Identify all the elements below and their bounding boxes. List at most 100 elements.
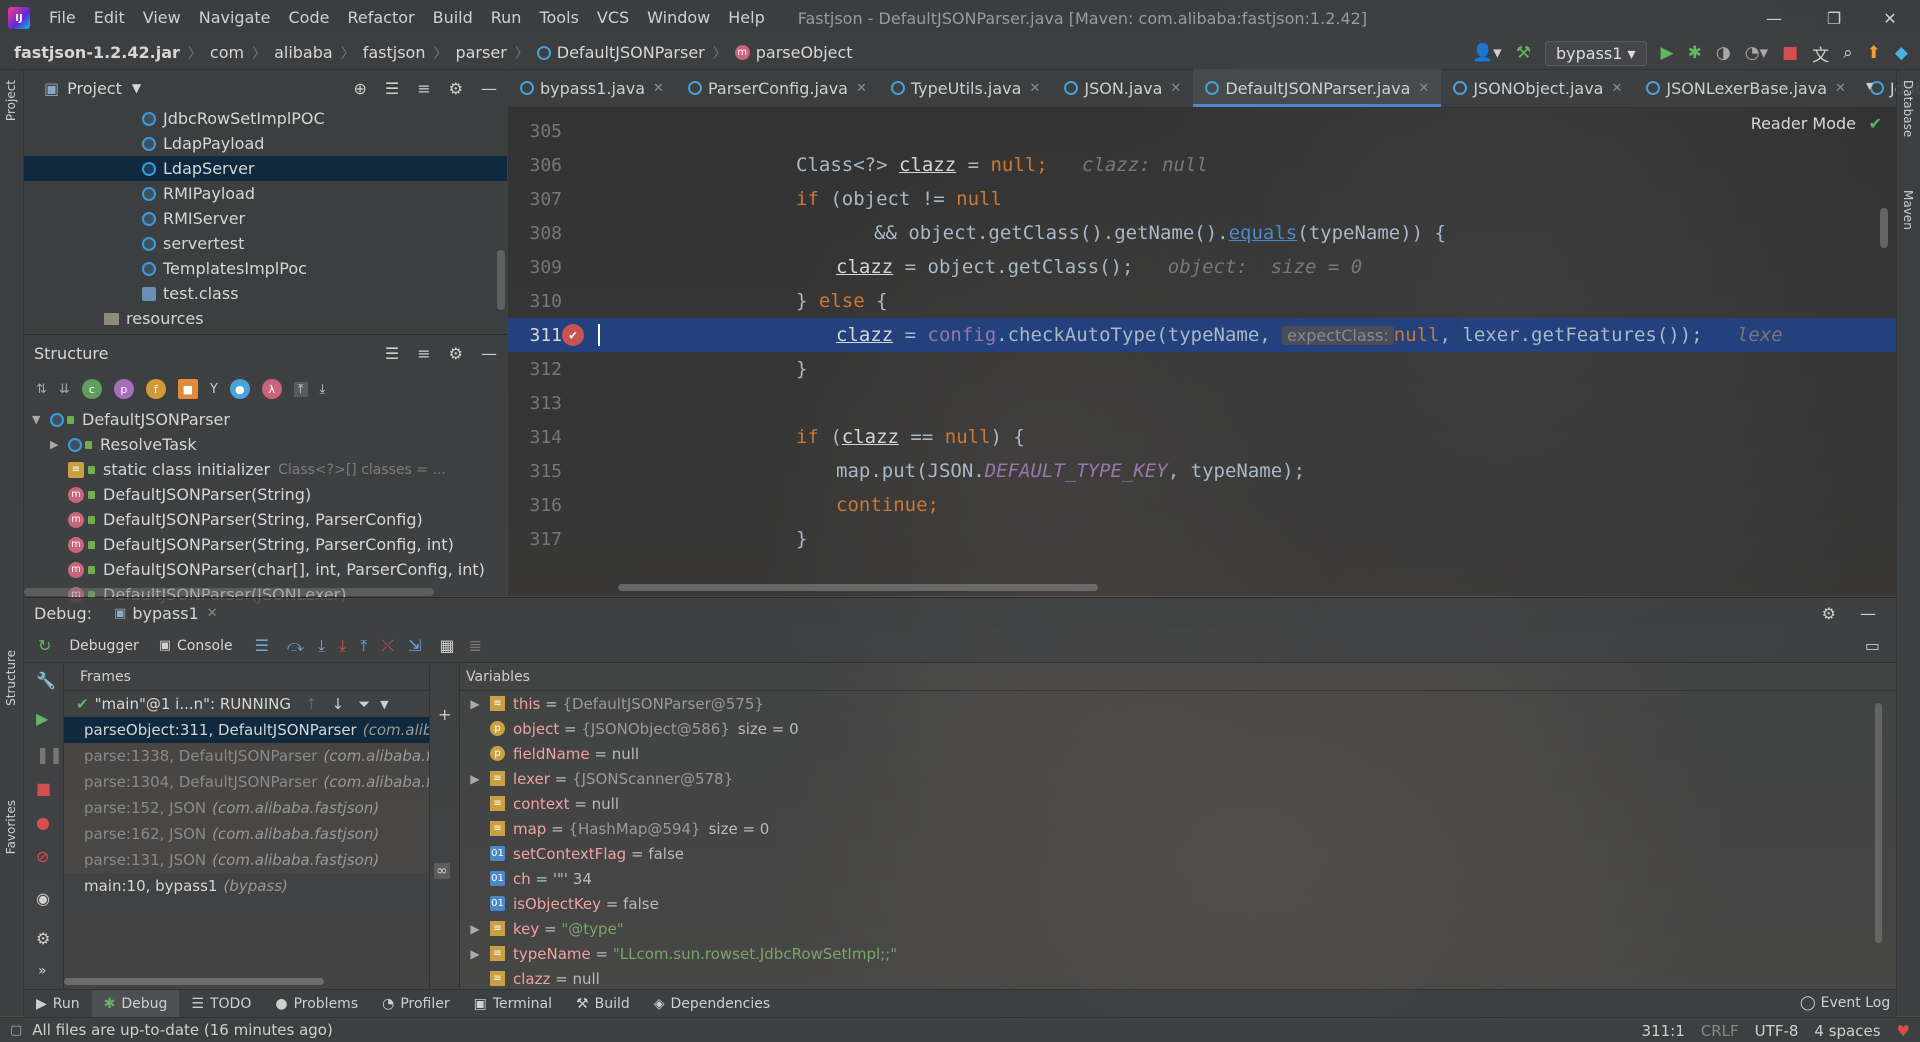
variable-row[interactable]: ≡ clazz = null — [460, 966, 1896, 991]
editor-tab[interactable]: JSON.java ✕ — [1052, 69, 1193, 107]
line-number[interactable]: 317 — [508, 529, 562, 550]
line-number[interactable]: 313 — [508, 393, 562, 414]
structure-h-scrollbar[interactable] — [24, 588, 434, 596]
variable-row[interactable]: ▶ ≡ key = "@type" — [460, 916, 1896, 941]
status-toggle-icon[interactable]: ▢ — [10, 1023, 22, 1038]
menu-refactor[interactable]: Refactor — [338, 0, 423, 36]
editor-tab[interactable]: bypass1.java ✕ — [508, 69, 676, 107]
menu-edit[interactable]: Edit — [85, 0, 134, 36]
variable-row[interactable]: p object = {JSONObject@586} size = 0 — [460, 716, 1896, 741]
line-number[interactable]: 308 — [508, 223, 562, 244]
breadcrumb-jar[interactable]: fastjson-1.2.42.jar — [0, 43, 184, 62]
arrow-down-icon[interactable]: ↓ — [332, 695, 345, 713]
user-icon[interactable]: 👤▾ — [1472, 43, 1502, 63]
chevron-right-icon[interactable]: ▶ — [50, 438, 68, 451]
step-into-icon[interactable]: ⤓ — [318, 636, 325, 656]
hide-icon[interactable]: — — [481, 79, 497, 98]
sort-alpha-icon[interactable]: ⇅ — [36, 382, 47, 397]
project-scrollbar[interactable] — [497, 250, 505, 310]
tabs-overflow-chevron-icon[interactable]: ▾ — [1866, 78, 1873, 94]
variable-row[interactable]: ▶ ≡ this = {DefaultJSONParser@575} — [460, 691, 1896, 716]
gear-icon[interactable]: ⚙ — [449, 79, 463, 98]
line-number[interactable]: 316 — [508, 495, 562, 516]
variable-row[interactable]: ≡ map = {HashMap@594} size = 0 — [460, 816, 1896, 841]
line-number[interactable]: 310 — [508, 291, 562, 312]
resume-icon[interactable]: ▶ — [36, 709, 48, 728]
event-log-button[interactable]: ◯ Event Log — [1800, 989, 1890, 1017]
show-nonpublic-icon[interactable]: ■ — [177, 379, 198, 399]
stack-frame[interactable]: parse:131, JSON (com.alibaba.fastjson) — [64, 847, 429, 873]
translate-icon[interactable]: 文 — [1812, 41, 1829, 66]
scrollbar-thumb[interactable] — [618, 584, 1098, 591]
expand-all-icon[interactable]: ☰ — [385, 344, 399, 363]
code-line[interactable]: 310} else { — [508, 284, 1896, 318]
indent-setting[interactable]: 4 spaces — [1814, 1022, 1880, 1040]
collapse-all-icon[interactable]: ≡ — [417, 344, 430, 363]
menu-navigate[interactable]: Navigate — [190, 0, 280, 36]
frames-h-scrollbar[interactable] — [64, 978, 324, 985]
line-separator[interactable]: CRLF — [1701, 1022, 1739, 1040]
line-number[interactable]: 311 — [508, 325, 562, 346]
tool-tab-debug[interactable]: ✱ Debug — [91, 989, 180, 1018]
run-configuration-select[interactable]: bypass1 ▾ — [1544, 40, 1647, 66]
editor-h-scrollbar[interactable] — [508, 582, 1896, 592]
editor-tab[interactable]: JSONObject.java ✕ — [1441, 69, 1634, 107]
show-fields-icon[interactable]: f — [145, 379, 166, 399]
structure-item[interactable]: m DefaultJSONParser(char[], int, ParserCo… — [24, 557, 507, 582]
hide-icon[interactable]: — — [481, 344, 497, 363]
structure-item[interactable]: m DefaultJSONParser(String) — [24, 482, 507, 507]
tab-debugger[interactable]: Debugger — [69, 638, 138, 654]
tree-item[interactable]: resources — [24, 306, 507, 331]
tree-item[interactable]: LdapServer — [24, 156, 507, 181]
structure-item[interactable]: m DefaultJSONParser(String, ParserConfig) — [24, 507, 507, 532]
chevron-down-icon[interactable]: ▼ — [32, 413, 50, 426]
line-number[interactable]: 309 — [508, 257, 562, 278]
tool-tab-problems[interactable]: ● Problems — [263, 990, 370, 1018]
tool-tab-terminal[interactable]: ▣ Terminal — [462, 990, 564, 1018]
autoscroll-to-source-icon[interactable]: ⤒ — [293, 381, 308, 397]
add-watch-icon[interactable]: + — [438, 705, 451, 724]
show-lambda-icon[interactable]: λ — [261, 379, 282, 399]
editor-tab[interactable]: ParserConfig.java ✕ — [676, 69, 879, 107]
editor-tab[interactable]: TypeUtils.java ✕ — [879, 69, 1052, 107]
variable-row[interactable]: ▶ ≡ lexer = {JSONScanner@578} — [460, 766, 1896, 791]
code-line[interactable]: 309 clazz = object.getClass(); object: si… — [508, 250, 1896, 284]
coverage-icon[interactable]: ◑ — [1716, 43, 1731, 63]
gear-icon[interactable]: ⚙ — [449, 344, 463, 363]
tree-item[interactable]: RMIPayload — [24, 181, 507, 206]
autoscroll-from-source-icon[interactable]: ⤓ — [320, 382, 326, 397]
tool-tab-run[interactable]: ▶ Run — [24, 990, 92, 1018]
cursor-position[interactable]: 311:1 — [1642, 1022, 1685, 1040]
code-line[interactable]: 317} — [508, 522, 1896, 556]
close-icon[interactable]: ✕ — [1418, 81, 1429, 96]
current-execution-line[interactable]: 311 ✔ clazz = config.checkAutoType(typeNam… — [508, 318, 1896, 352]
stack-frame[interactable]: parse:1304, DefaultJSONParser (com.alibab… — [64, 769, 429, 795]
code-line[interactable]: 313 — [508, 386, 1896, 420]
search-icon[interactable]: ⌕ — [1843, 43, 1853, 63]
structure-item[interactable]: m DefaultJSONParser(String, ParserConfig,… — [24, 532, 507, 557]
menu-window[interactable]: Window — [638, 0, 719, 36]
variable-row[interactable]: 01 setContextFlag = false — [460, 841, 1896, 866]
trace-icon[interactable]: ≣ — [469, 636, 482, 655]
stop-icon[interactable]: ■ — [36, 779, 51, 798]
code-line[interactable]: 315 map.put(JSON.DEFAULT_TYPE_KEY, typeNa… — [508, 454, 1896, 488]
tree-item[interactable]: JdbcRowSetImplPOC — [24, 106, 507, 131]
variable-row[interactable]: ▶ ≡ typeName = "LLcom.sun.rowset.JdbcRowSe… — [460, 941, 1896, 966]
code-line[interactable]: 307 if (object != null — [508, 182, 1896, 216]
camera-icon[interactable]: ◉ — [36, 889, 50, 908]
tree-item[interactable]: test.class — [24, 281, 507, 306]
line-number[interactable]: 307 — [508, 189, 562, 210]
project-tool-button[interactable]: Project — [4, 80, 18, 121]
breadcrumb-com[interactable]: com — [206, 43, 248, 62]
tool-tab-build[interactable]: ⚒ Build — [564, 990, 642, 1018]
hide-icon[interactable]: — — [1860, 604, 1876, 623]
database-tool-button[interactable]: Database — [1901, 80, 1915, 137]
mute-breakpoints-icon[interactable]: ⊘ — [36, 847, 49, 866]
close-icon[interactable]: ✕ — [1611, 81, 1622, 96]
filter-icon[interactable]: ⏷ — [358, 695, 370, 713]
menu-code[interactable]: Code — [280, 0, 339, 36]
maven-tool-button[interactable]: Maven — [1901, 190, 1915, 230]
stack-frame[interactable]: parse:152, JSON (com.alibaba.fastjson) — [64, 795, 429, 821]
chevron-right-icon[interactable]: ▶ — [460, 697, 490, 711]
tab-console[interactable]: Console — [177, 638, 233, 654]
